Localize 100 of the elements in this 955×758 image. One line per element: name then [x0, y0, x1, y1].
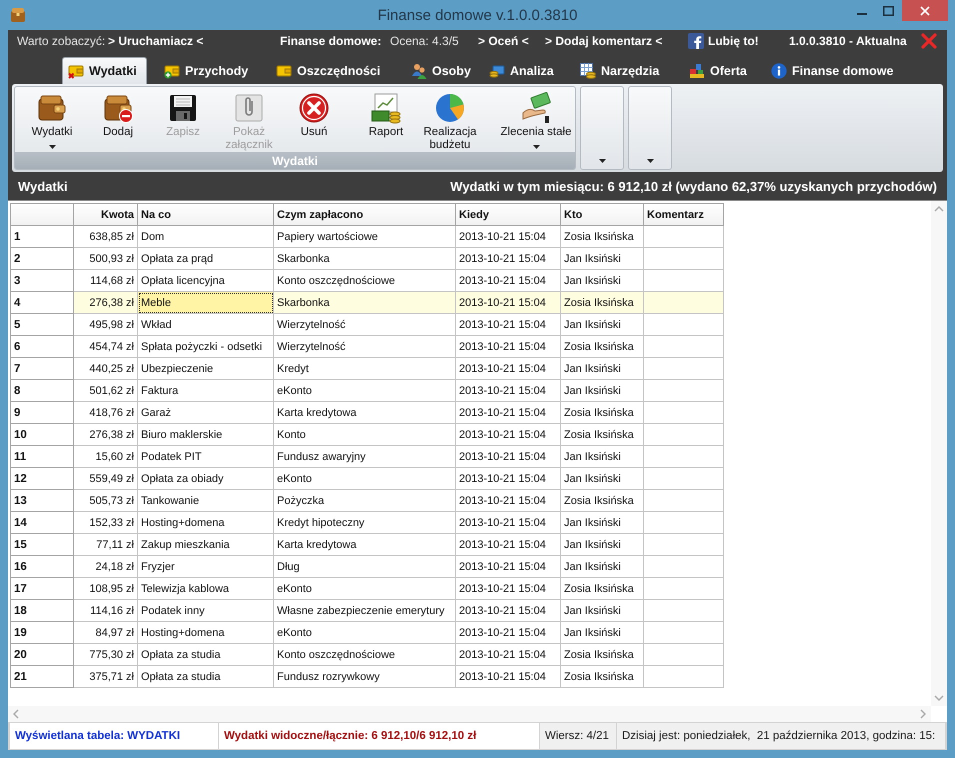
table-row[interactable]: 9 418,76 zł Garaż Karta kredytowa 2013-10-21 15:04 Zosia Iksińska [11, 402, 724, 424]
chest-icon [10, 7, 26, 23]
info-icon [771, 63, 787, 79]
close-icon [920, 6, 930, 16]
table-row[interactable]: 19 84,97 zł Hosting+domena eKonto 2013-10-21 15:04 Jan Iksiński [11, 622, 724, 644]
ribbon-button[interactable]: Wydatki [19, 90, 85, 152]
card-cross-icon [68, 63, 84, 79]
table-row[interactable]: 18 114,16 zł Podatek inny Własne zabezpieczenie emerytury 2013-10-21 15:04 Jan Iksiński [11, 600, 724, 622]
column-header[interactable]: Komentarz [644, 204, 724, 226]
column-header[interactable]: Kto [561, 204, 644, 226]
row-header[interactable]: 14 [11, 512, 74, 534]
column-header[interactable]: Kiedy [456, 204, 561, 226]
table-row[interactable]: 16 24,18 zł Fryzjer Dług 2013-10-21 15:04 Jan Iksiński [11, 556, 724, 578]
info-label: Warto zobaczyć: [17, 34, 106, 48]
like-link[interactable]: Lubię to! [688, 33, 759, 49]
ribbon-button[interactable]: Usuń [283, 90, 345, 152]
tab[interactable]: Przychody [158, 57, 258, 84]
tab[interactable]: Narzędzia [574, 57, 670, 84]
x-circle-icon [298, 92, 330, 124]
status-text: Wiersz: 4/21 [540, 723, 616, 749]
ribbon-button[interactable]: Realizacja budżetu [415, 90, 485, 152]
group-label: Wydatki [15, 152, 575, 169]
status-text: Wyświetlana tabela: WYDATKI [10, 723, 218, 749]
card-plus-icon [164, 63, 180, 79]
ribbon-button[interactable]: Dodaj [85, 90, 151, 152]
row-header[interactable]: 21 [11, 666, 74, 688]
table-row[interactable]: 20 775,30 zł Opłata za studia Konto oszczędnościowe 2013-10-21 15:04 Zosia Iksińska [11, 644, 724, 666]
row-header[interactable]: 19 [11, 622, 74, 644]
row-header[interactable]: 3 [11, 270, 74, 292]
info-link[interactable]: > Dodaj komentarz < [545, 34, 662, 48]
table-row[interactable]: 10 276,38 zł Biuro maklerskie Konto 2013-10-21 15:04 Zosia Iksińska [11, 424, 724, 446]
tab[interactable]: Finanse domowe [765, 57, 904, 84]
table-row[interactable]: 17 108,95 zł Telewizja kablowa eKonto 2013-10-21 15:04 Zosia Iksińska [11, 578, 724, 600]
maximize-icon [883, 6, 894, 16]
table-row[interactable]: 2 500,93 zł Opłata za prąd Skarbonka 2013-10-21 15:04 Jan Iksiński [11, 248, 724, 270]
table-row[interactable]: 12 559,49 zł Opłata za obiady eKonto 2013-10-21 15:04 Jan Iksiński [11, 468, 724, 490]
close-button[interactable] [902, 0, 948, 21]
tab[interactable]: Wydatki [62, 57, 147, 84]
window-title: Finanse domowe v.1.0.0.3810 [378, 6, 578, 24]
row-header[interactable]: 17 [11, 578, 74, 600]
status-text: Dzisiaj jest: poniedziałek, 21 października 2013, godzina: 15: [617, 723, 945, 749]
table-row[interactable]: 7 440,25 zł Ubezpieczenie Kredyt 2013-10-21 15:04 Jan Iksiński [11, 358, 724, 380]
chevron-down-icon[interactable] [934, 694, 944, 702]
column-header[interactable]: Na co [138, 204, 274, 226]
ribbon-button[interactable]: Raport [357, 90, 415, 152]
caret-icon [646, 159, 654, 163]
tab[interactable]: Oferta [683, 57, 757, 84]
column-header[interactable]: Kwota [74, 204, 138, 226]
tab[interactable]: Osoby [405, 57, 481, 84]
chevron-up-icon[interactable] [934, 205, 944, 213]
collapsed-ribbon-group[interactable] [628, 86, 672, 170]
vertical-scrollbar[interactable] [931, 201, 947, 706]
table-row[interactable]: 6 454,74 zł Spłata pożyczki - odsetki Wierzytelność 2013-10-21 15:04 Zosia Iksińska [11, 336, 724, 358]
info-link[interactable]: > Uruchamiacz < [108, 34, 204, 48]
info-label: Ocena: 4.3/5 [390, 34, 459, 48]
row-header[interactable]: 12 [11, 468, 74, 490]
table-row[interactable]: 4 276,38 zł Meble Skarbonka 2013-10-21 15:04 Zosia Iksińska [11, 292, 724, 314]
info-heading: Finanse domowe: [280, 34, 382, 48]
info-link[interactable]: > Oceń < [478, 34, 529, 48]
ribbon-button[interactable]: Zlecenia stałe [497, 90, 575, 152]
monthly-summary: Wydatki w tym miesiącu: 6 912,10 zł (wydano 62,37% uzyskanych przychodów) [450, 178, 937, 194]
row-header[interactable]: 15 [11, 534, 74, 556]
table-cell: 375,71 zł [74, 666, 138, 688]
collapsed-ribbon-group[interactable] [580, 86, 624, 170]
table-row[interactable]: 3 114,68 zł Opłata licencyjna Konto oszczędnościowe 2013-10-21 15:04 Jan Iksiński [11, 270, 724, 292]
horizontal-scrollbar[interactable] [8, 706, 931, 722]
row-header[interactable]: 11 [11, 446, 74, 468]
minimize-icon [856, 12, 866, 14]
chart-money-icon [370, 92, 402, 124]
table-row[interactable]: 5 495,98 zł Wkład Wierzytelność 2013-10-21 15:04 Jan Iksiński [11, 314, 724, 336]
table-row[interactable]: 13 505,73 zł Tankowanie Pożyczka 2013-10-21 15:04 Zosia Iksińska [11, 490, 724, 512]
row-header[interactable]: 5 [11, 314, 74, 336]
chevron-left-icon[interactable] [12, 709, 20, 719]
row-header[interactable]: 10 [11, 424, 74, 446]
section-title: Wydatki [18, 178, 68, 194]
coins-card-icon [489, 63, 505, 79]
row-header[interactable]: 13 [11, 490, 74, 512]
row-header[interactable]: 8 [11, 380, 74, 402]
table-row[interactable]: 14 152,33 zł Hosting+domena Kredyt hipoteczny 2013-10-21 15:04 Jan Iksiński [11, 512, 724, 534]
row-header[interactable]: 1 [11, 226, 74, 248]
tab[interactable]: Oszczędności [270, 57, 390, 84]
row-header[interactable]: 7 [11, 358, 74, 380]
table-row[interactable]: 8 501,62 zł Faktura eKonto 2013-10-21 15:04 Jan Iksiński [11, 380, 724, 402]
table-row[interactable]: 15 77,11 zł Zakup mieszkania Karta kredytowa 2013-10-21 15:04 Jan Iksiński [11, 534, 724, 556]
row-header[interactable]: 6 [11, 336, 74, 358]
table-row[interactable]: 1 638,85 zł Dom Papiery wartościowe 2013-10-21 15:04 Zosia Iksińska [11, 226, 724, 248]
row-header[interactable]: 18 [11, 600, 74, 622]
row-header[interactable]: 4 [11, 292, 74, 314]
row-header[interactable]: 9 [11, 402, 74, 424]
table-row[interactable]: 21 375,71 zł Opłata za studia Fundusz rozrywkowy 2013-10-21 15:04 Zosia Iksińska [11, 666, 724, 688]
row-header[interactable]: 16 [11, 556, 74, 578]
table-row[interactable]: 11 15,60 zł Podatek PIT Fundusz awaryjny 2013-10-21 15:04 Jan Iksiński [11, 446, 724, 468]
tab[interactable]: Analiza [483, 57, 564, 84]
people-icon [411, 63, 427, 79]
column-header[interactable]: Czym zapłacono [274, 204, 456, 226]
row-header[interactable]: 2 [11, 248, 74, 270]
close-icon[interactable] [921, 33, 937, 49]
chevron-right-icon[interactable] [919, 709, 927, 719]
info-heading: 1.0.0.3810 - Aktualna [789, 34, 907, 48]
row-header[interactable]: 20 [11, 644, 74, 666]
